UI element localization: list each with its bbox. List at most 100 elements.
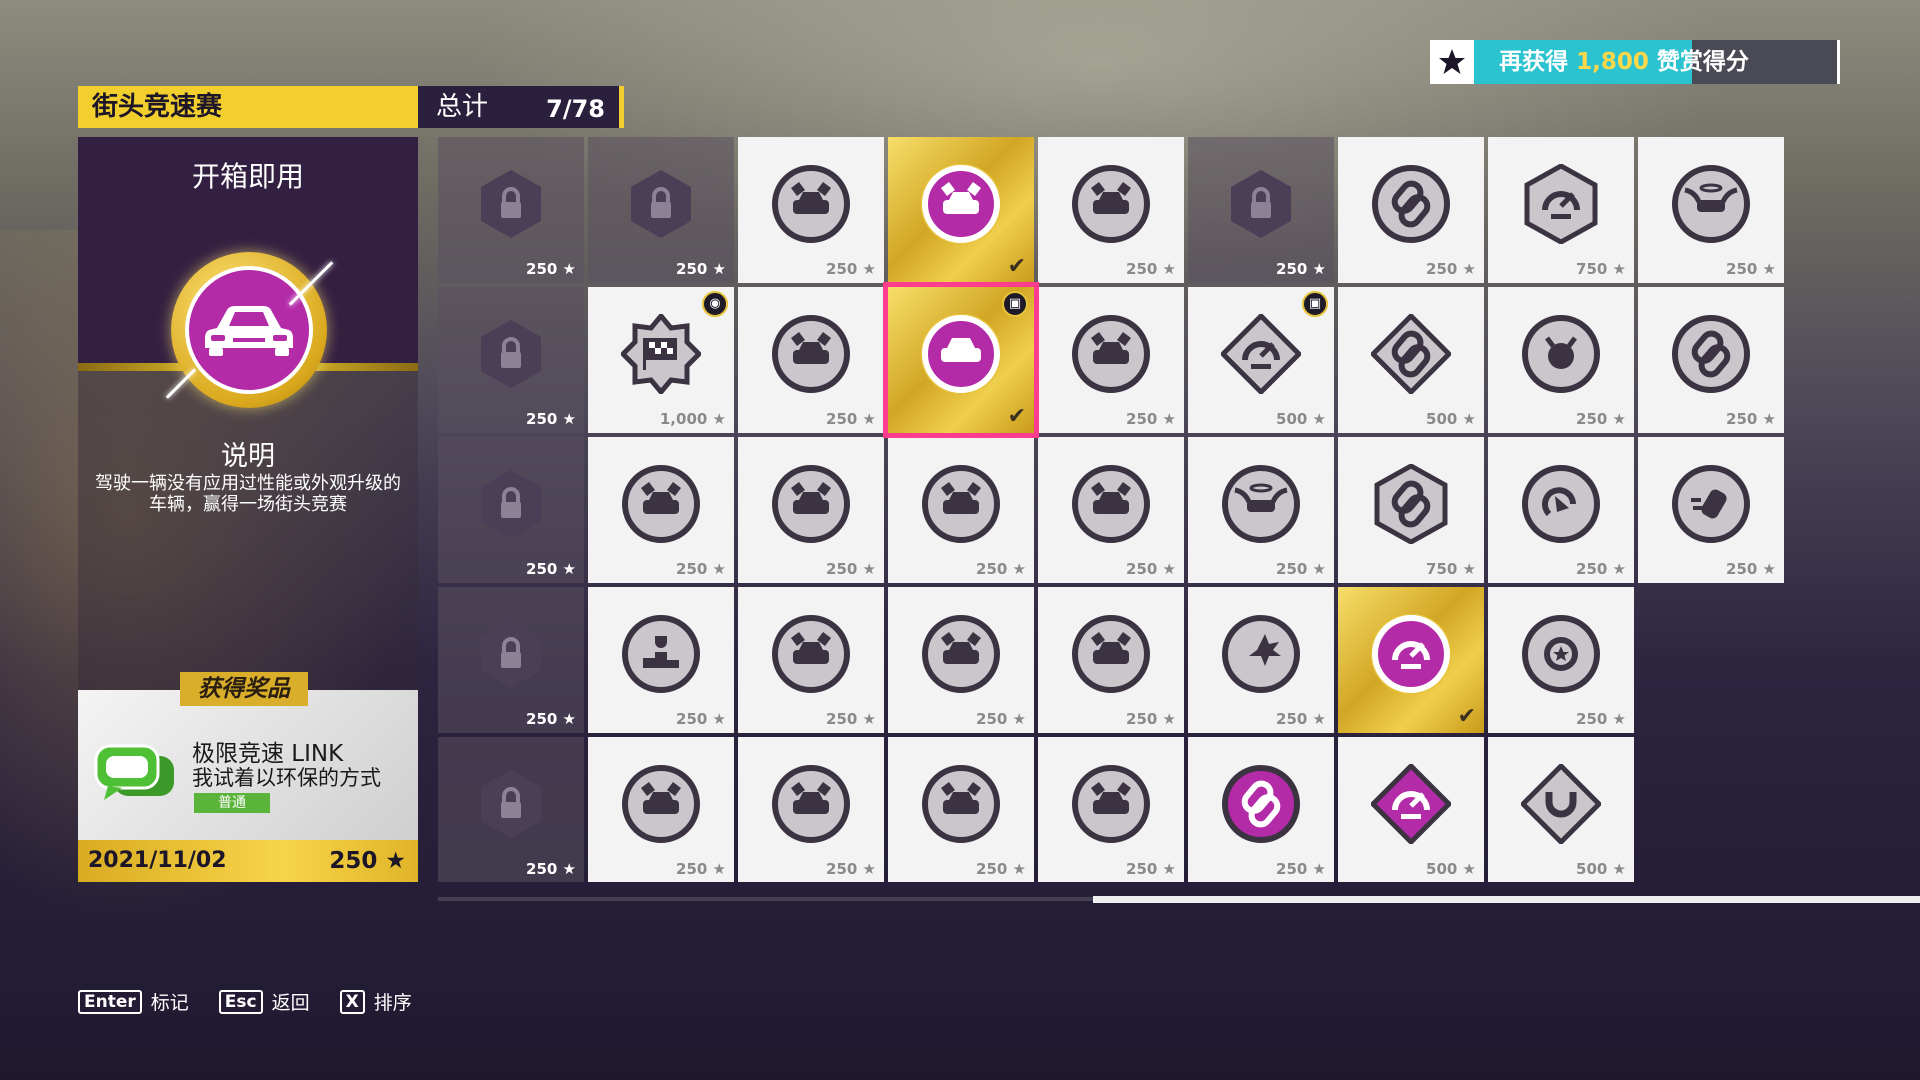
accolade-grid: 250 ★ 250 ★ 250 ★ ✔ 250 ★ 250 ★ 250 ★ 750 ★ 25… [438, 137, 1888, 882]
reward-heading: 获得奖品 [180, 672, 308, 706]
accolade-tile[interactable]: 250 ★ [438, 587, 584, 733]
accolade-tile[interactable]: 250 ★ [438, 437, 584, 583]
scrollbar-thumb[interactable] [1093, 896, 1920, 903]
speedometer-icon [1221, 314, 1301, 394]
accolade-tile[interactable]: 250 ★ [1188, 587, 1334, 733]
accolade-tile[interactable]: ✔ [1338, 587, 1484, 733]
horseshoe-icon [1521, 764, 1601, 844]
hint-back[interactable]: Esc 返回 [218, 988, 310, 1015]
tile-points: 250 ★ [526, 410, 576, 428]
tile-points: 250 ★ [676, 260, 726, 278]
accolade-tile[interactable]: 250 ★ [1638, 137, 1784, 283]
tile-points: 250 ★ [826, 410, 876, 428]
chain-link-icon [1371, 314, 1451, 394]
accolade-tile[interactable]: 250 ★ [1638, 437, 1784, 583]
esc-key-icon: Esc [218, 989, 263, 1014]
chat-bubbles-icon [94, 744, 174, 800]
accolade-tile[interactable]: 250 ★ [1338, 137, 1484, 283]
accolade-tile[interactable]: 500 ★ [1488, 737, 1634, 882]
accolade-tile[interactable]: 250 ★ [888, 737, 1034, 882]
tile-points: 250 ★ [1126, 710, 1176, 728]
race-car-flags-icon [1072, 465, 1150, 543]
accolade-tile[interactable]: ✔ [888, 137, 1034, 283]
accolade-tile[interactable]: 250 ★ [1038, 287, 1184, 433]
accolade-tile[interactable]: 250 ★ [738, 137, 884, 283]
completion-date: 2021/11/02 [88, 848, 227, 873]
hint-sort[interactable]: X 排序 [339, 988, 412, 1015]
accolade-tile[interactable]: ▣ ✔ [888, 287, 1034, 433]
accolade-tile[interactable]: ▣ 500 ★ [1188, 287, 1334, 433]
accolade-tile[interactable]: 250 ★ [1488, 587, 1634, 733]
tile-points: 250 ★ [1576, 710, 1626, 728]
accolade-tile[interactable]: 250 ★ [1188, 437, 1334, 583]
accolade-tile[interactable]: 250 ★ [738, 737, 884, 882]
hint-mark[interactable]: Enter 标记 [78, 988, 189, 1015]
tile-points: 250 ★ [1126, 860, 1176, 878]
key-hints: Enter 标记 Esc 返回 X 排序 [78, 988, 412, 1015]
accolade-tile[interactable]: 250 ★ [1488, 287, 1634, 433]
rarity-badge: 普通 [194, 793, 270, 813]
accolade-tile[interactable]: 750 ★ [1338, 437, 1484, 583]
tile-points: 250 ★ [526, 860, 576, 878]
race-car-flags-icon [772, 315, 850, 393]
accolade-tile[interactable]: 500 ★ [1338, 287, 1484, 433]
tile-points: 250 ★ [526, 710, 576, 728]
tile-points: 250 ★ [826, 860, 876, 878]
accolade-tile[interactable]: 500 ★ [1338, 737, 1484, 882]
chain-link-icon [1222, 765, 1300, 843]
reward-subtitle: 我试着以环保的方式 [192, 766, 381, 790]
lock-icon [481, 170, 541, 238]
lock-icon [1231, 170, 1291, 238]
accolade-tile[interactable]: 250 ★ [738, 437, 884, 583]
accolade-tile[interactable]: 250 ★ [1188, 137, 1334, 283]
accolade-tile[interactable]: 250 ★ [1188, 737, 1334, 882]
accolade-tile[interactable]: 250 ★ [588, 737, 734, 882]
accolade-tile[interactable]: 250 ★ [888, 437, 1034, 583]
speed-car-icon [1672, 465, 1750, 543]
accolade-tile[interactable]: 250 ★ [1038, 587, 1184, 733]
race-car-flags-icon [772, 765, 850, 843]
race-car-flags-icon [1072, 165, 1150, 243]
race-car-flags-icon [922, 765, 1000, 843]
accolade-tile[interactable]: 250 ★ [588, 437, 734, 583]
accolade-tile[interactable]: 250 ★ [1488, 437, 1634, 583]
tile-points: 500 ★ [1576, 860, 1626, 878]
accolade-tile[interactable]: 250 ★ [738, 587, 884, 733]
lock-icon [481, 470, 541, 538]
accolade-tile[interactable]: 250 ★ [1638, 287, 1784, 433]
accolade-tile[interactable]: 250 ★ [1038, 137, 1184, 283]
reward-card: 极限竞速 LINK 我试着以环保的方式 普通 [78, 690, 418, 840]
accolade-tile[interactable]: 750 ★ [1488, 137, 1634, 283]
accolade-tile[interactable]: 250 ★ [1038, 737, 1184, 882]
tile-points: 250 ★ [826, 560, 876, 578]
crash-icon [1222, 615, 1300, 693]
accolade-tile[interactable]: 250 ★ [438, 137, 584, 283]
winged-car-icon [1672, 165, 1750, 243]
accolade-tile[interactable]: 250 ★ [438, 287, 584, 433]
tile-points: 1,000 ★ [659, 410, 726, 428]
accolade-detail-panel: 开箱即用 说明 驾驶一辆没有应用过性能或外观升级的车辆，赢得一场街头竞赛 极限竞… [78, 137, 418, 882]
lock-icon [481, 320, 541, 388]
tile-points: 250 ★ [1276, 860, 1326, 878]
car-icon [921, 314, 1001, 394]
tile-points: 250 ★ [1576, 560, 1626, 578]
accolade-tile[interactable]: 250 ★ [1038, 437, 1184, 583]
tile-points: 500 ★ [1426, 410, 1476, 428]
tile-points: 250 ★ [676, 860, 726, 878]
accolade-tile[interactable]: 250 ★ [438, 737, 584, 882]
accolade-tile[interactable]: 250 ★ [588, 587, 734, 733]
tile-points: 500 ★ [1276, 410, 1326, 428]
x-key-icon: X [339, 989, 365, 1014]
accolade-tile[interactable]: ◉ 1,000 ★ [588, 287, 734, 433]
podium-icon [622, 615, 700, 693]
accolade-tile[interactable]: 250 ★ [738, 287, 884, 433]
accolade-tile[interactable]: 250 ★ [588, 137, 734, 283]
winged-car-icon [1222, 465, 1300, 543]
race-car-flags-icon [921, 164, 1001, 244]
race-car-flags-icon [922, 465, 1000, 543]
tile-points: 250 ★ [1126, 410, 1176, 428]
accolade-tile[interactable]: 250 ★ [888, 587, 1034, 733]
checkmark-icon: ✔ [1457, 704, 1476, 729]
race-car-flags-icon [1072, 615, 1150, 693]
race-car-flags-icon [1072, 315, 1150, 393]
